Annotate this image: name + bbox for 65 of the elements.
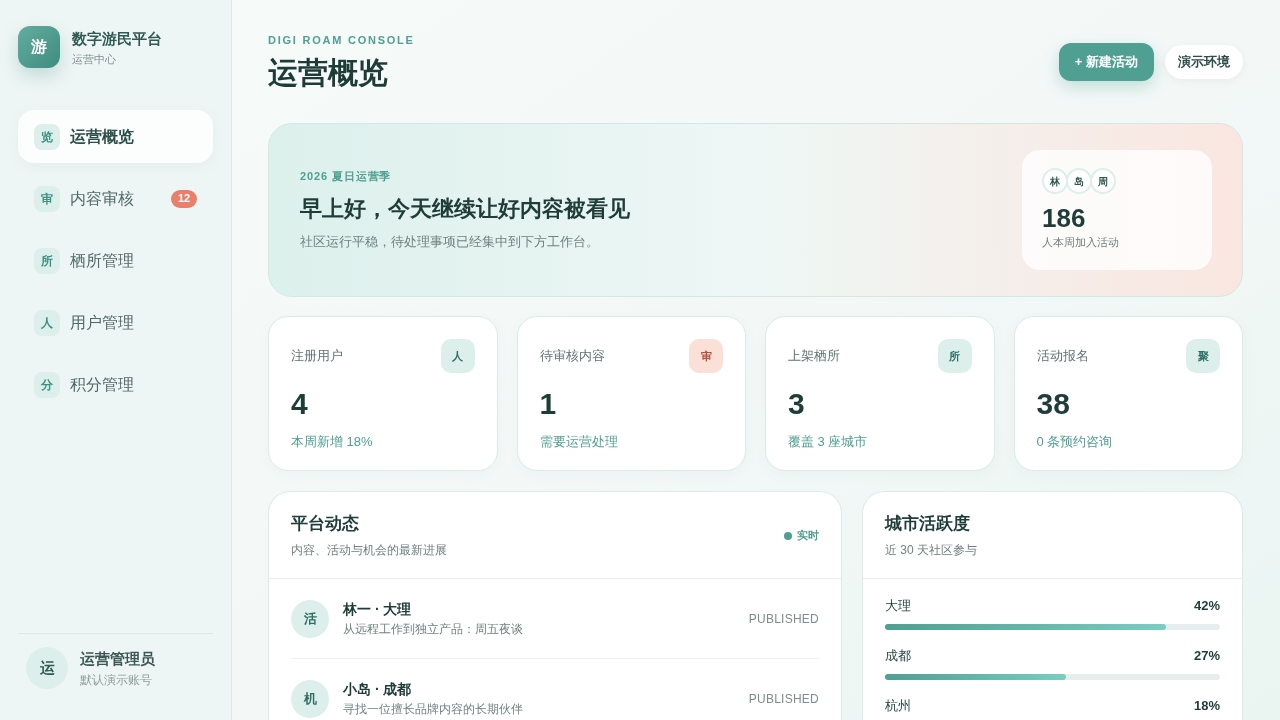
stat-glyph: 所	[937, 339, 972, 373]
count-badge: 12	[171, 189, 197, 208]
stat-label: 待审核内容	[539, 347, 605, 366]
live-label: 实时	[797, 528, 819, 544]
joined-count: 186	[1042, 203, 1087, 233]
stat-value: 1	[539, 386, 558, 422]
live-dot-icon	[784, 531, 792, 540]
city-name: 成都	[885, 648, 911, 664]
city-percent: 27%	[1193, 648, 1220, 664]
feed-avatar: 活	[291, 599, 329, 638]
feed-text: 从远程工作到独立产品：周五夜谈	[343, 621, 524, 638]
greeting-text: 社区运行平稳，待处理事项已经集中到下方工作台。	[300, 233, 600, 251]
stat-glyph: 审	[689, 339, 723, 373]
card-title: 城市活跃度	[885, 513, 971, 535]
stat-note: 0 条预约咨询	[1036, 433, 1114, 451]
stat-glyph: 聚	[1186, 339, 1220, 373]
feed-title: 林一 · 大理	[343, 600, 413, 619]
member-avatar: 林	[1042, 168, 1068, 194]
nav-glyph: 分	[34, 371, 60, 398]
feed-title: 小岛 · 成都	[343, 680, 413, 699]
city-name: 杭州	[885, 698, 911, 714]
nav-glyph: 审	[34, 185, 60, 212]
logo-tile: 游	[18, 26, 60, 68]
status-label: PUBLISHED	[748, 690, 819, 708]
card-subtitle: 近 30 天社区参与	[885, 542, 977, 559]
nav-item[interactable]: 人 用户管理	[18, 296, 213, 349]
city-percent: 42%	[1193, 598, 1220, 614]
environment-button[interactable]: 演示环境	[1165, 45, 1243, 79]
stat-value: 38	[1036, 386, 1071, 422]
card-title: 平台动态	[291, 513, 360, 535]
feed-avatar: 机	[291, 679, 329, 718]
city-name: 大理	[885, 598, 911, 614]
eyebrow-label: DIGI ROAM CONSOLE	[268, 33, 415, 47]
stat-label: 注册用户	[291, 347, 343, 366]
stat-note: 覆盖 3 座城市	[788, 433, 869, 451]
nav-item[interactable]: 所 栖所管理	[18, 234, 213, 287]
stat-value: 3	[788, 386, 806, 422]
nav-item[interactable]: 览 运营概览	[18, 110, 213, 163]
season-label: 2026 夏日运营季	[300, 169, 393, 183]
card-subtitle: 内容、活动与机会的最新进展	[291, 542, 447, 559]
member-avatar: 岛	[1066, 168, 1092, 194]
stat-label: 活动报名	[1036, 347, 1089, 366]
stat-label: 上架栖所	[788, 347, 840, 366]
nav-glyph: 览	[34, 123, 60, 150]
user-role: 默认演示账号	[80, 671, 153, 688]
new-activity-button[interactable]: + 新建活动	[1058, 43, 1154, 81]
greeting-title: 早上好，今天继续让好内容被看见	[300, 195, 630, 223]
stat-glyph: 人	[440, 339, 475, 373]
member-avatar: 周	[1090, 168, 1116, 194]
feed-text: 寻找一位擅长品牌内容的长期伙伴	[343, 701, 524, 718]
user-name: 运营管理员	[80, 648, 155, 669]
nav-glyph: 所	[34, 247, 60, 274]
user-avatar: 运	[26, 647, 68, 689]
stat-note: 需要运营处理	[539, 433, 619, 451]
app-title: 数字游民平台	[72, 28, 162, 49]
nav-glyph: 人	[34, 309, 60, 336]
page-title: 运营概览	[268, 55, 389, 91]
joined-caption: 人本周加入活动	[1042, 235, 1120, 249]
app-subtitle: 运营中心	[72, 51, 117, 66]
status-label: PUBLISHED	[748, 610, 819, 628]
stat-value: 4	[291, 386, 309, 422]
nav-item[interactable]: 分 积分管理	[18, 358, 213, 411]
city-percent: 18%	[1193, 698, 1220, 714]
nav-item[interactable]: 审 内容审核 12	[18, 172, 213, 225]
stat-note: 本周新增 18%	[291, 433, 374, 451]
